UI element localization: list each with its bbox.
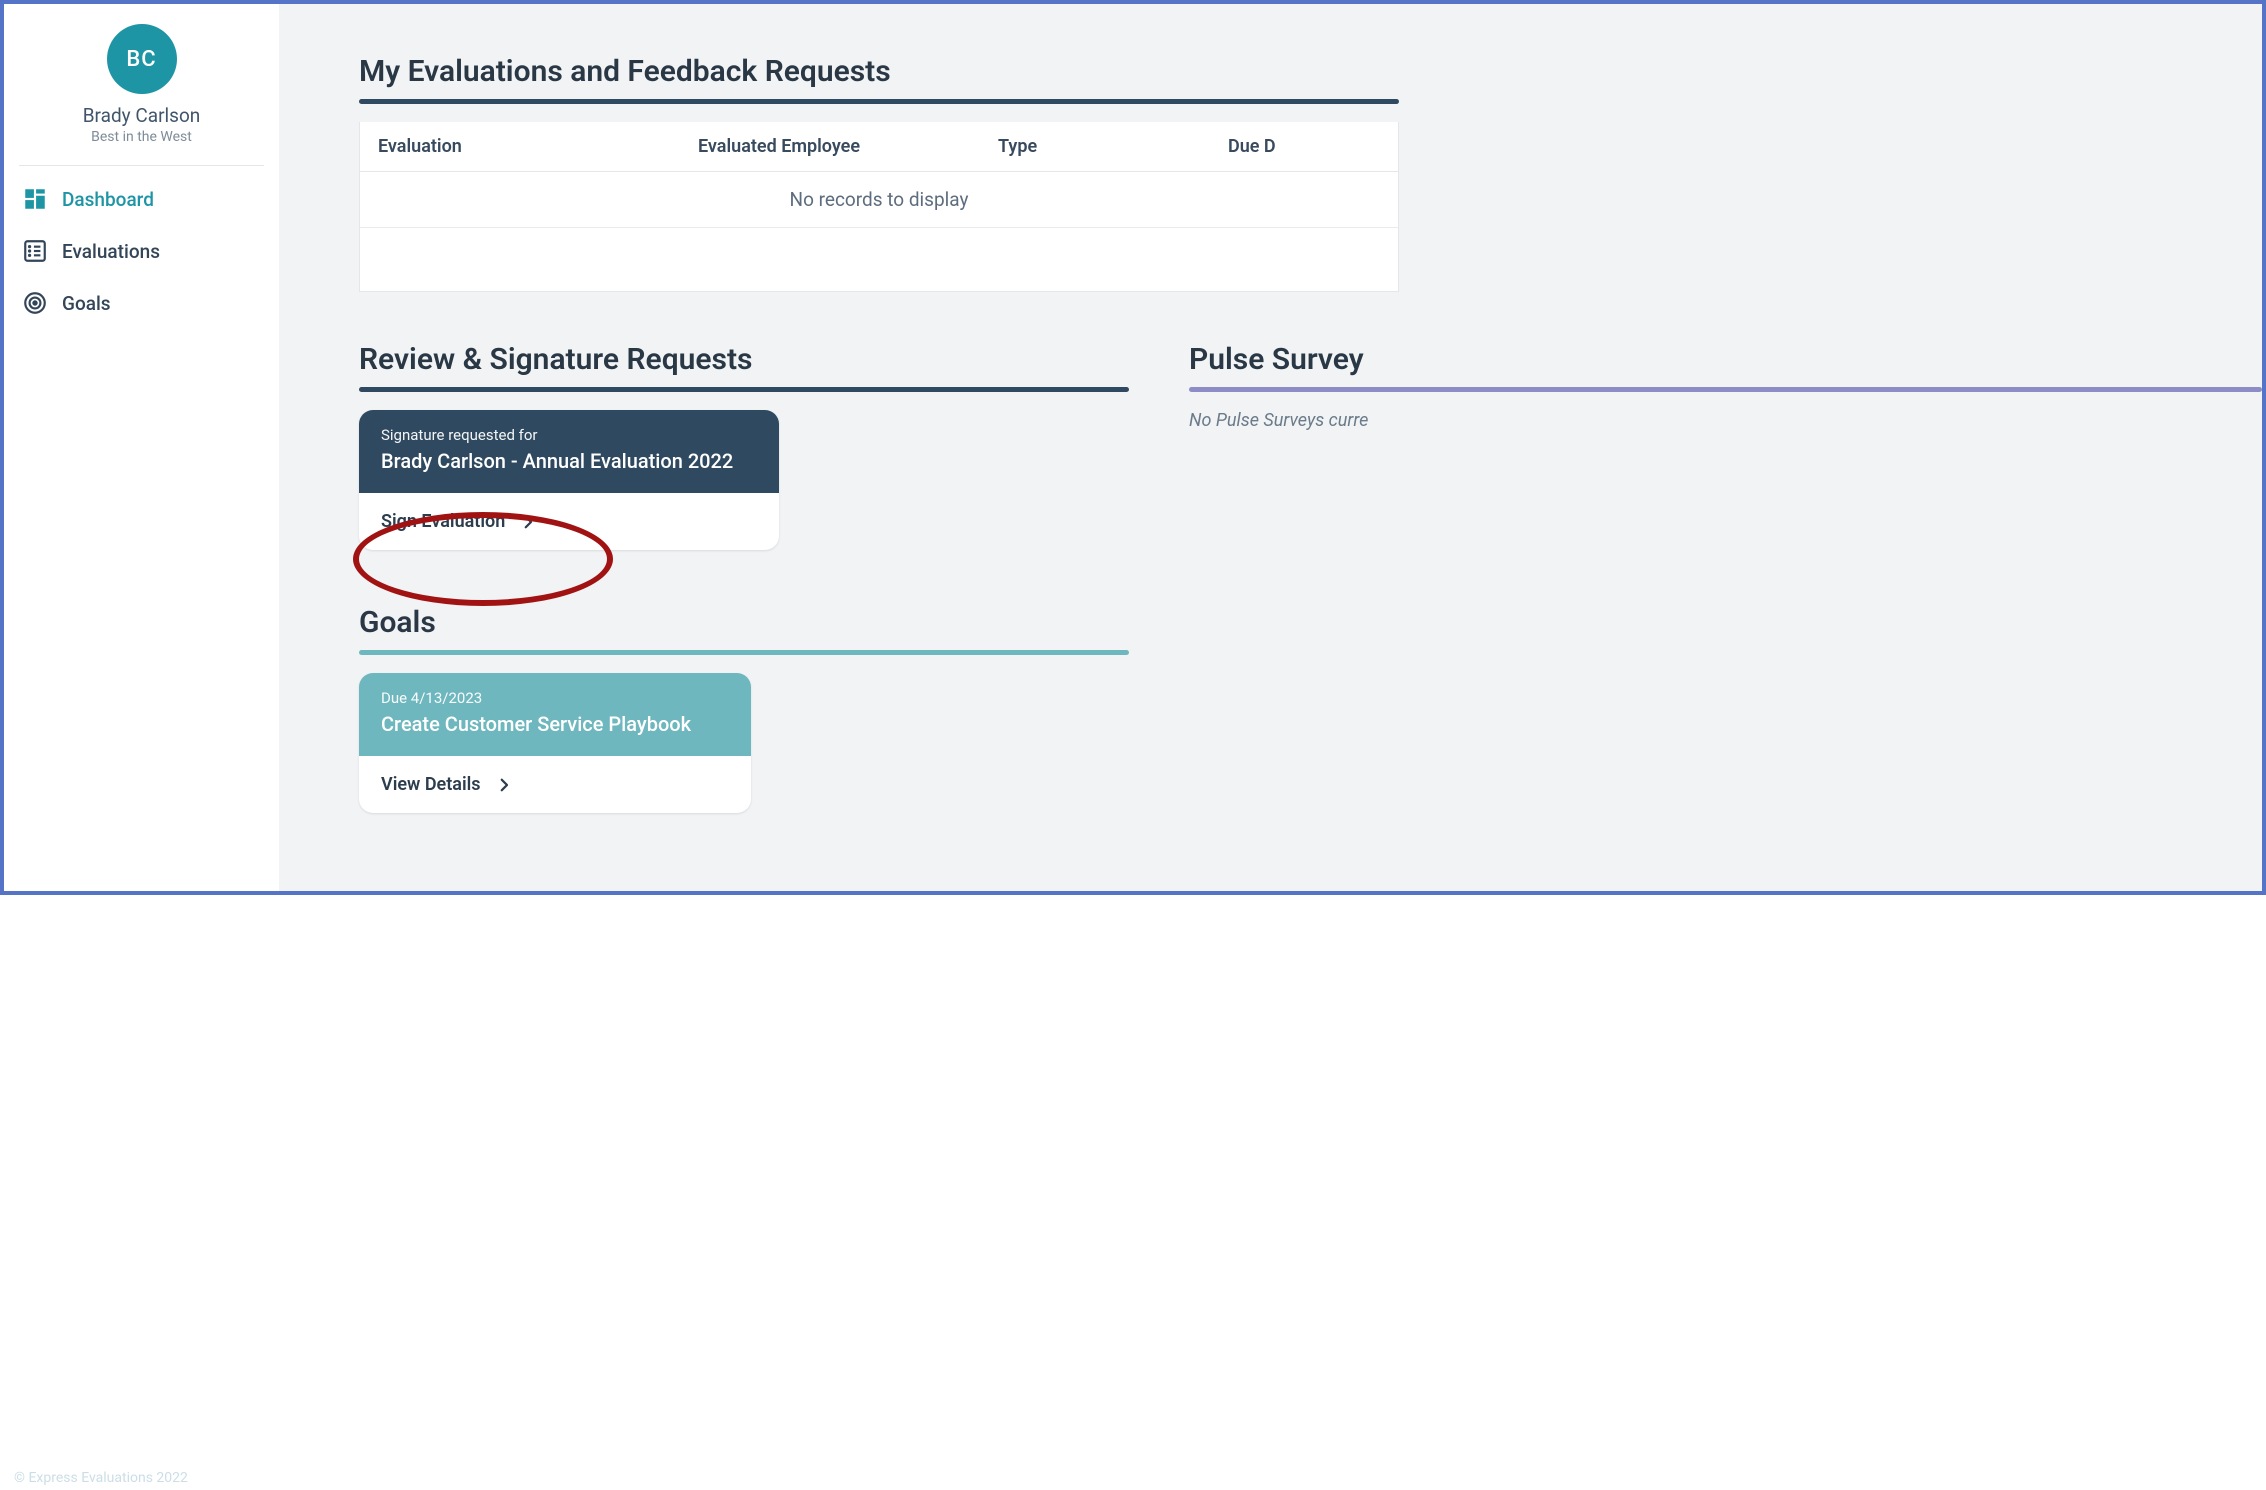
table-empty-message: No records to display	[360, 171, 1398, 227]
card-header: Due 4/13/2023 Create Customer Service Pl…	[359, 673, 751, 756]
section-rule	[359, 650, 1129, 655]
col-employee: Evaluated Employee	[698, 136, 998, 157]
view-details-button[interactable]: View Details	[359, 756, 751, 813]
target-icon	[22, 290, 48, 316]
footer-copyright: © Express Evaluations 2022	[14, 1470, 188, 1486]
signature-request-card: Signature requested for Brady Carlson - …	[359, 410, 779, 550]
card-action-label: Sign Evaluation	[381, 511, 505, 532]
pulse-empty-message: No Pulse Surveys curre	[1189, 410, 2262, 431]
section-rule	[359, 99, 1399, 104]
section-rule	[359, 387, 1129, 392]
evaluations-panel: My Evaluations and Feedback Requests Eva…	[359, 54, 1399, 292]
goals-title: Goals	[359, 605, 1129, 640]
col-due: Due D	[1228, 136, 1380, 157]
middle-row: Review & Signature Requests Signature re…	[359, 342, 2262, 550]
sidebar-item-label: Evaluations	[62, 240, 160, 263]
sidebar-nav: Dashboard Evaluations Goals	[4, 186, 279, 316]
review-title: Review & Signature Requests	[359, 342, 1129, 377]
goals-section: Goals Due 4/13/2023 Create Customer Serv…	[359, 605, 1129, 813]
table-spacer	[360, 227, 1398, 291]
sidebar-item-dashboard[interactable]: Dashboard	[22, 186, 261, 212]
pulse-title: Pulse Survey	[1189, 342, 2262, 377]
user-avatar[interactable]: BC	[107, 24, 177, 94]
card-title: Brady Carlson - Annual Evaluation 2022	[381, 448, 757, 475]
chevron-right-icon	[495, 776, 513, 794]
sidebar-item-evaluations[interactable]: Evaluations	[22, 238, 261, 264]
sign-evaluation-button[interactable]: Sign Evaluation	[359, 493, 779, 550]
pulse-section: Pulse Survey No Pulse Surveys curre	[1189, 342, 2262, 550]
sidebar-item-label: Dashboard	[62, 188, 154, 211]
sidebar-item-label: Goals	[62, 292, 111, 315]
list-icon	[22, 238, 48, 264]
user-name: Brady Carlson	[4, 104, 279, 127]
sidebar: BC Brady Carlson Best in the West Dashbo…	[4, 4, 279, 891]
sidebar-divider	[19, 165, 264, 166]
card-header: Signature requested for Brady Carlson - …	[359, 410, 779, 493]
goal-card: Due 4/13/2023 Create Customer Service Pl…	[359, 673, 751, 813]
card-subtitle: Signature requested for	[381, 426, 757, 444]
main-content: My Evaluations and Feedback Requests Eva…	[279, 4, 2262, 891]
user-tagline: Best in the West	[4, 129, 279, 165]
card-subtitle: Due 4/13/2023	[381, 689, 729, 707]
review-section: Review & Signature Requests Signature re…	[359, 342, 1129, 550]
evaluations-title: My Evaluations and Feedback Requests	[359, 54, 1399, 89]
chevron-right-icon	[519, 513, 537, 531]
col-evaluation: Evaluation	[378, 136, 698, 157]
section-rule	[1189, 387, 2262, 392]
col-type: Type	[998, 136, 1228, 157]
app-frame: BC Brady Carlson Best in the West Dashbo…	[0, 0, 2266, 895]
evaluations-table: Evaluation Evaluated Employee Type Due D…	[359, 122, 1399, 292]
dashboard-icon	[22, 186, 48, 212]
sidebar-item-goals[interactable]: Goals	[22, 290, 261, 316]
card-action-label: View Details	[381, 774, 481, 795]
table-header: Evaluation Evaluated Employee Type Due D	[360, 122, 1398, 171]
card-title: Create Customer Service Playbook	[381, 711, 729, 738]
